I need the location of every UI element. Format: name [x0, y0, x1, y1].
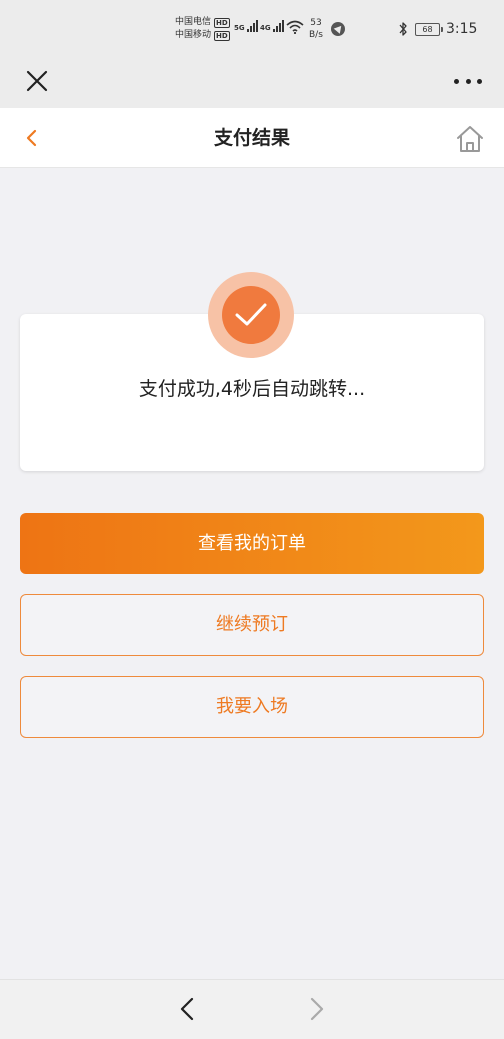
view-orders-button[interactable]: 查看我的订单 — [20, 513, 484, 574]
location-icon — [331, 22, 345, 36]
wifi-icon — [286, 20, 304, 34]
bluetooth-icon — [399, 22, 407, 36]
arrow-forward-icon[interactable] — [306, 996, 328, 1022]
sim1-tech-label: 5G — [234, 24, 245, 32]
webview-top-bar — [0, 56, 504, 108]
status-time: 3:15 — [446, 21, 478, 37]
payment-result-page: 中国电信 HD 中国移动 HD 5G 4G 53 B/s 68 3:15 支付结… — [0, 0, 504, 1039]
check-icon — [235, 303, 267, 326]
arrow-back-icon[interactable] — [176, 996, 198, 1022]
enter-venue-button[interactable]: 我要入场 — [20, 676, 484, 738]
more-icon[interactable] — [454, 76, 482, 86]
page-title: 支付结果 — [213, 127, 290, 149]
carrier-2-label: 中国移动 — [175, 30, 212, 40]
status-bar: 中国电信 HD 中国移动 HD 5G 4G 53 B/s 68 3:15 — [0, 0, 504, 56]
signal-icon-sim1: 5G — [234, 20, 258, 32]
close-icon[interactable] — [24, 68, 50, 94]
browser-bottom-nav — [0, 979, 504, 1039]
signal-icon-sim2: 4G — [260, 20, 284, 32]
continue-booking-button[interactable]: 继续预订 — [20, 594, 484, 656]
net-speed-unit: B/s — [309, 30, 323, 40]
net-speed-value: 53 — [310, 18, 322, 28]
page-header: 支付结果 — [0, 108, 504, 168]
hd-badge: HD — [214, 17, 230, 28]
hd-badge: HD — [214, 30, 230, 41]
success-badge — [208, 272, 294, 358]
battery-indicator: 68 — [415, 23, 443, 36]
network-speed: 53 B/s — [309, 17, 323, 41]
result-message: 支付成功,4秒后自动跳转... — [138, 378, 366, 400]
home-icon[interactable] — [455, 124, 485, 154]
sim2-tech-label: 4G — [260, 24, 271, 32]
carrier-info: 中国电信 HD 中国移动 HD — [175, 16, 230, 42]
carrier-1-label: 中国电信 — [175, 17, 212, 27]
